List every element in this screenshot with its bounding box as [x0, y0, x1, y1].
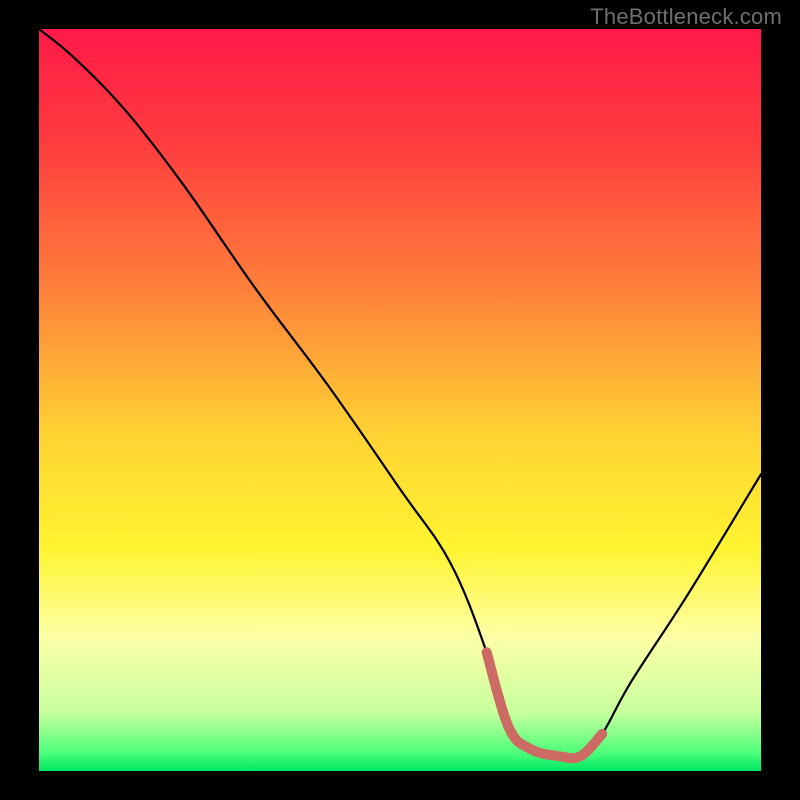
chart-frame: TheBottleneck.com — [0, 0, 800, 800]
watermark-text: TheBottleneck.com — [590, 4, 782, 30]
gradient-background — [39, 29, 761, 771]
plot-area — [39, 29, 761, 771]
chart-svg — [39, 29, 761, 771]
